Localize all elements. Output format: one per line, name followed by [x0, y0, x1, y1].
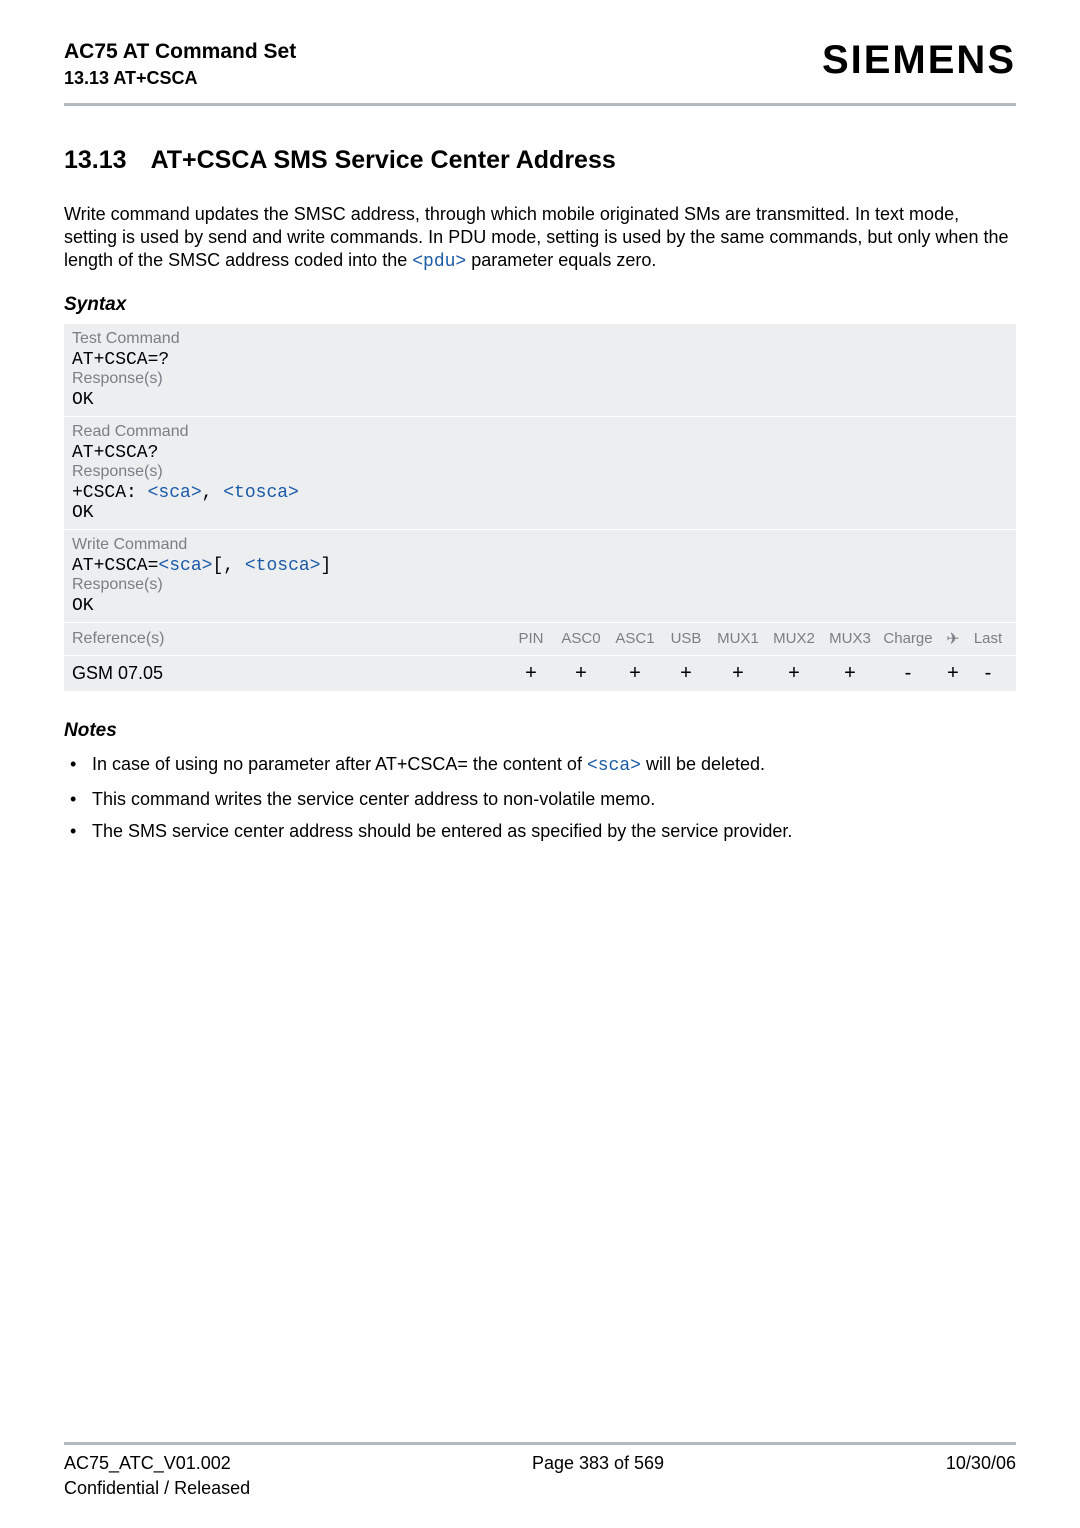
- reference-values: + + + + + + + - + -: [508, 662, 1008, 685]
- write-command-block: Write Command AT+CSCA=<sca>[, <tosca>] R…: [64, 530, 1016, 623]
- col-charge: Charge: [878, 630, 938, 647]
- reference-label: Reference(s): [72, 630, 508, 648]
- reference-columns: PIN ASC0 ASC1 USB MUX1 MUX2 MUX3 Charge …: [508, 629, 1008, 649]
- write-command-label: Write Command: [72, 536, 1008, 554]
- note-text: will be deleted.: [641, 754, 765, 774]
- col-asc0: ASC0: [554, 630, 608, 647]
- footer-page-number: Page 383 of 569: [532, 1451, 664, 1500]
- response-ok: OK: [72, 503, 1008, 523]
- read-command-block: Read Command AT+CSCA? Response(s) +CSCA:…: [64, 417, 1016, 530]
- footer-left: AC75_ATC_V01.002 Confidential / Released: [64, 1451, 250, 1500]
- tosca-param-link[interactable]: <tosca>: [245, 556, 321, 576]
- val-mux2: +: [766, 662, 822, 685]
- val-mux1: +: [710, 662, 766, 685]
- note-item: In case of using no parameter after AT+C…: [64, 750, 1016, 781]
- write-command-value: AT+CSCA=<sca>[, <tosca>]: [72, 556, 1008, 576]
- col-asc1: ASC1: [608, 630, 662, 647]
- sca-param-link[interactable]: <sca>: [148, 483, 202, 503]
- val-airplane: +: [938, 662, 968, 685]
- val-mux3: +: [822, 662, 878, 685]
- section-title-text: AT+CSCA SMS Service Center Address: [151, 146, 616, 174]
- footer-confidential: Confidential / Released: [64, 1476, 250, 1500]
- read-command-label: Read Command: [72, 423, 1008, 441]
- response-label: Response(s): [72, 576, 1008, 594]
- val-asc1: +: [608, 662, 662, 685]
- col-mux2: MUX2: [766, 630, 822, 647]
- footer-divider: [64, 1442, 1016, 1445]
- reference-header-row: Reference(s) PIN ASC0 ASC1 USB MUX1 MUX2…: [64, 623, 1016, 656]
- page-header: AC75 AT Command Set 13.13 AT+CSCA SIEMEN…: [64, 38, 1016, 103]
- response-ok: OK: [72, 596, 1008, 616]
- val-usb: +: [662, 662, 710, 685]
- section-heading: 13.13 AT+CSCA SMS Service Center Address: [64, 146, 1016, 175]
- val-pin: +: [508, 662, 554, 685]
- val-asc0: +: [554, 662, 608, 685]
- sca-param-link[interactable]: <sca>: [587, 756, 641, 776]
- note-text: In case of using no parameter after AT+C…: [92, 754, 587, 774]
- val-last: -: [968, 662, 1008, 685]
- response-label: Response(s): [72, 370, 1008, 388]
- notes-list: In case of using no parameter after AT+C…: [64, 750, 1016, 846]
- doc-subtitle: 13.13 AT+CSCA: [64, 66, 296, 90]
- note-item: The SMS service center address should be…: [64, 817, 1016, 846]
- reference-value: GSM 07.05: [72, 663, 508, 684]
- note-item: This command writes the service center a…: [64, 785, 1016, 814]
- col-usb: USB: [662, 630, 710, 647]
- test-command-label: Test Command: [72, 330, 1008, 348]
- read-command-value: AT+CSCA?: [72, 443, 1008, 463]
- intro-text-post: parameter equals zero.: [466, 250, 656, 270]
- notes-heading: Notes: [64, 720, 1016, 742]
- syntax-block: Test Command AT+CSCA=? Response(s) OK Re…: [64, 324, 1016, 692]
- col-last: Last: [968, 630, 1008, 647]
- syntax-heading: Syntax: [64, 294, 1016, 316]
- airplane-icon: ✈: [938, 629, 968, 649]
- test-command-block: Test Command AT+CSCA=? Response(s) OK: [64, 324, 1016, 417]
- test-command-value: AT+CSCA=?: [72, 350, 1008, 370]
- siemens-logo: SIEMENS: [822, 38, 1016, 83]
- section-number: 13.13: [64, 146, 127, 175]
- header-left: AC75 AT Command Set 13.13 AT+CSCA: [64, 38, 296, 91]
- read-response-value: +CSCA: <sca>, <tosca>: [72, 483, 1008, 503]
- reference-value-row: GSM 07.05 + + + + + + + - + -: [64, 656, 1016, 692]
- footer-version: AC75_ATC_V01.002: [64, 1451, 250, 1475]
- page-footer: AC75_ATC_V01.002 Confidential / Released…: [64, 1442, 1016, 1500]
- intro-paragraph: Write command updates the SMSC address, …: [64, 203, 1016, 274]
- col-mux1: MUX1: [710, 630, 766, 647]
- col-pin: PIN: [508, 630, 554, 647]
- val-charge: -: [878, 662, 938, 685]
- response-label: Response(s): [72, 463, 1008, 481]
- col-mux3: MUX3: [822, 630, 878, 647]
- footer-date: 10/30/06: [946, 1451, 1016, 1500]
- tosca-param-link[interactable]: <tosca>: [223, 483, 299, 503]
- pdu-param-link[interactable]: <pdu>: [412, 252, 466, 272]
- sca-param-link[interactable]: <sca>: [158, 556, 212, 576]
- doc-title: AC75 AT Command Set: [64, 38, 296, 66]
- header-divider: [64, 103, 1016, 106]
- response-ok: OK: [72, 390, 1008, 410]
